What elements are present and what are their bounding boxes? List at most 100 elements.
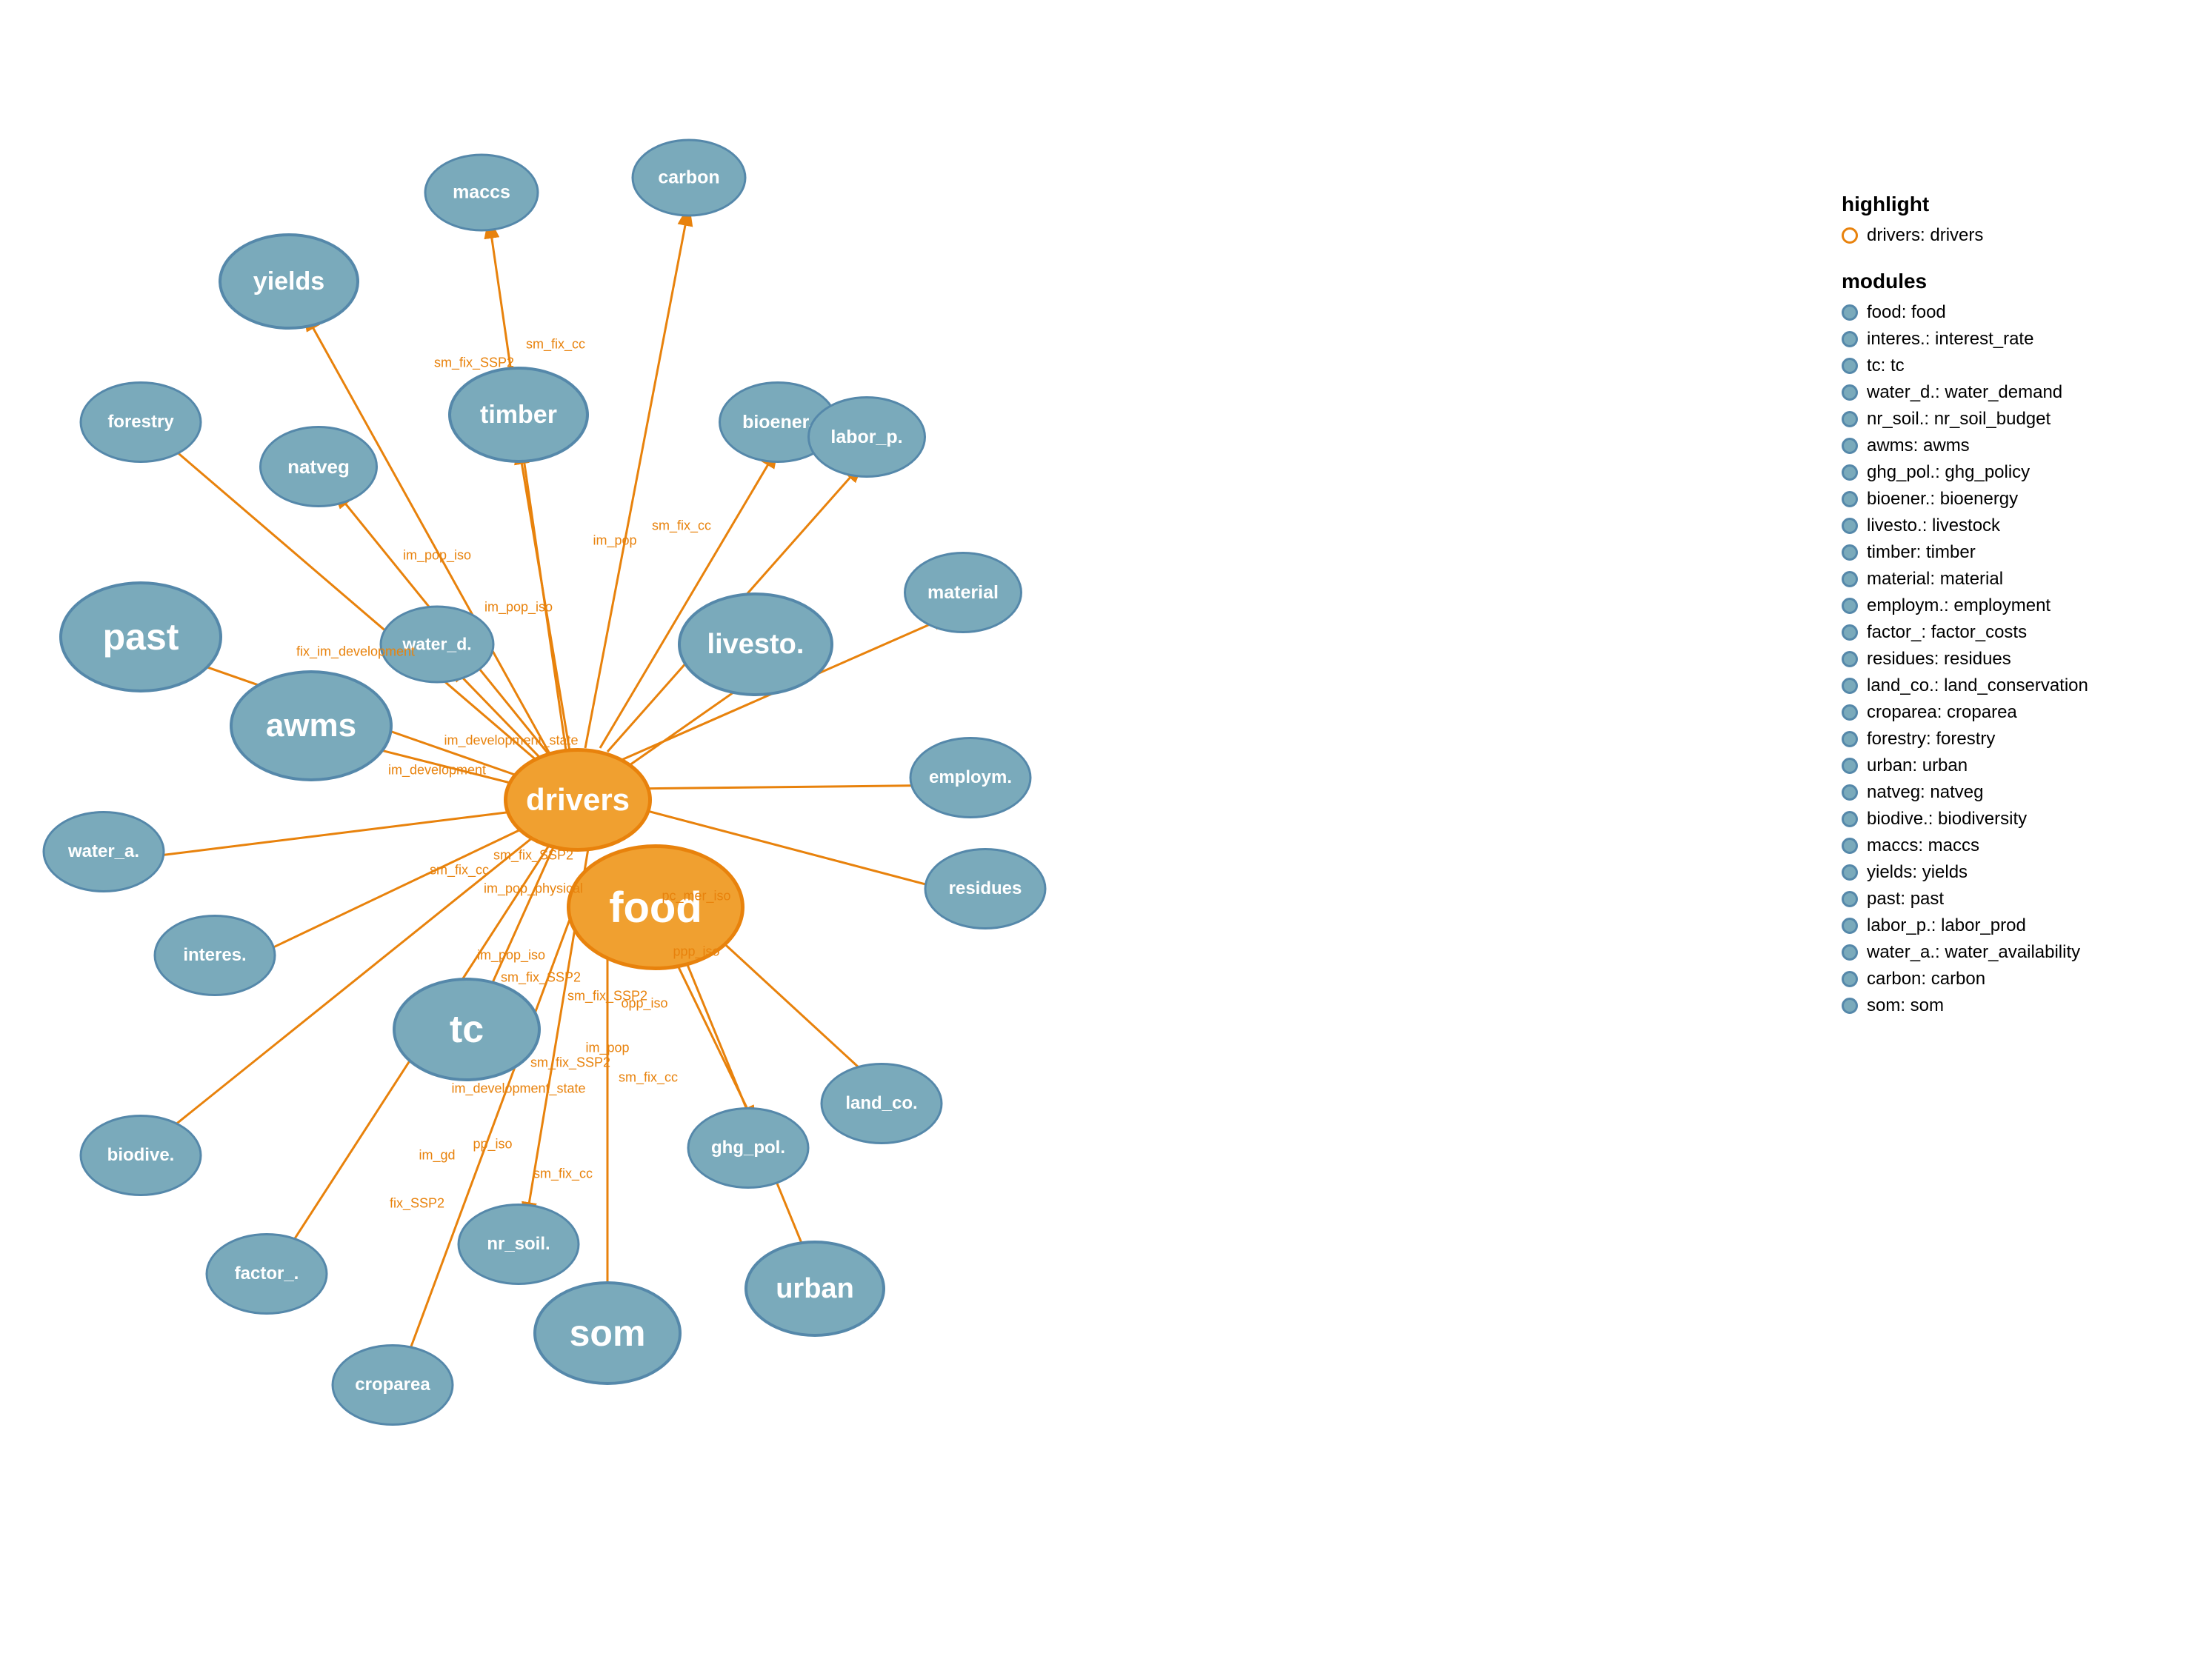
- legend-dot-blue: [1842, 944, 1858, 961]
- node-timber[interactable]: timber: [448, 367, 589, 463]
- node-drivers[interactable]: drivers: [504, 748, 652, 852]
- legend-dot-blue: [1842, 358, 1858, 374]
- legend-module-item: carbon: carbon: [1842, 969, 2182, 989]
- legend-dot-blue: [1842, 838, 1858, 854]
- legend-module-item: past: past: [1842, 889, 2182, 909]
- edge-label-17: sm_fix_cc: [619, 1070, 678, 1086]
- node-som[interactable]: som: [533, 1281, 682, 1385]
- edge-label-22: im_gd: [419, 1148, 455, 1164]
- legend-module-label: bioener.: bioenergy: [1867, 489, 2018, 510]
- legend-dot-blue: [1842, 998, 1858, 1014]
- legend-module-label: urban: urban: [1867, 755, 1968, 776]
- legend-module-label: livesto.: livestock: [1867, 515, 2000, 536]
- legend-module-label: factor_: factor_costs: [1867, 622, 2027, 643]
- legend-dot-blue: [1842, 918, 1858, 934]
- node-employm[interactable]: employm.: [910, 737, 1032, 818]
- legend-dot-blue: [1842, 811, 1858, 827]
- node-interes[interactable]: interes.: [154, 915, 276, 996]
- legend-dot-blue: [1842, 864, 1858, 881]
- node-yields[interactable]: yields: [219, 233, 359, 330]
- legend-module-label: material: material: [1867, 569, 2003, 590]
- node-residues[interactable]: residues: [925, 848, 1047, 929]
- edge-label-2: sm_fix_cc: [526, 337, 585, 353]
- node-carbon[interactable]: carbon: [632, 139, 747, 217]
- legend-item-drivers: drivers: drivers: [1842, 225, 2182, 246]
- legend-dot-blue: [1842, 464, 1858, 481]
- legend-dot-blue: [1842, 598, 1858, 614]
- node-factor[interactable]: factor_.: [206, 1233, 328, 1315]
- edge-label-23: pp_iso: [473, 1137, 512, 1152]
- legend-module-item: labor_p.: labor_prod: [1842, 915, 2182, 936]
- legend-module-label: past: past: [1867, 889, 1944, 909]
- node-tc[interactable]: tc: [393, 978, 541, 1081]
- node-awms[interactable]: awms: [230, 670, 393, 781]
- edge-label-14: im_pop: [585, 1041, 629, 1056]
- legend-dot-blue: [1842, 624, 1858, 641]
- legend-module-item: ghg_pol.: ghg_policy: [1842, 462, 2182, 483]
- legend-module-item: factor_: factor_costs: [1842, 622, 2182, 643]
- node-urban[interactable]: urban: [744, 1241, 885, 1337]
- legend-dot-blue: [1842, 331, 1858, 347]
- edge-label-12: sm_fix_SSP2: [501, 970, 581, 986]
- legend-module-label: water_d.: water_demand: [1867, 382, 2062, 403]
- node-croparea[interactable]: croparea: [332, 1344, 454, 1426]
- legend-module-label: yields: yields: [1867, 862, 1968, 883]
- legend-dot-blue: [1842, 491, 1858, 507]
- node-maccs[interactable]: maccs: [424, 154, 539, 232]
- edge-label-8: im_development: [388, 763, 486, 778]
- legend-module-item: bioener.: bioenergy: [1842, 489, 2182, 510]
- legend-module-item: natveg: natveg: [1842, 782, 2182, 803]
- legend-module-item: timber: timber: [1842, 542, 2182, 563]
- edge-label-26: sm_fix_SSP2: [567, 989, 647, 1004]
- legend-module-label: land_co.: land_conservation: [1867, 675, 2088, 696]
- legend-module-label: biodive.: biodiversity: [1867, 809, 2027, 830]
- legend-module-item: residues: residues: [1842, 649, 2182, 670]
- edge-label-18: opp_iso: [621, 996, 667, 1012]
- node-labor-p[interactable]: labor_p.: [807, 396, 926, 478]
- node-land-co[interactable]: land_co.: [821, 1063, 943, 1144]
- edge-label-11: sm_fix_cc: [430, 863, 489, 878]
- node-past[interactable]: past: [59, 581, 222, 692]
- legend-module-item: urban: urban: [1842, 755, 2182, 776]
- edge-label-7: im_development_state: [444, 733, 578, 749]
- legend-dot-blue: [1842, 304, 1858, 321]
- node-material[interactable]: material: [904, 552, 1022, 633]
- legend-module-label: som: som: [1867, 995, 1944, 1016]
- node-biodive[interactable]: biodive.: [80, 1115, 202, 1196]
- edge-label-15: sm_fix_SSP2: [530, 1055, 610, 1071]
- legend-module-label: croparea: croparea: [1867, 702, 2017, 723]
- legend: highlight drivers: drivers modules food:…: [1842, 193, 2182, 1022]
- legend-module-label: residues: residues: [1867, 649, 2011, 670]
- edge-label-16: im_development_state: [451, 1081, 585, 1097]
- legend-module-label: forestry: forestry: [1867, 729, 1995, 750]
- legend-module-item: water_a.: water_availability: [1842, 942, 2182, 963]
- legend-module-item: material: material: [1842, 569, 2182, 590]
- node-nr-soil[interactable]: nr_soil.: [458, 1204, 580, 1285]
- node-water-d[interactable]: water_d.: [380, 606, 495, 684]
- legend-module-item: livesto.: livestock: [1842, 515, 2182, 536]
- edge-label-3: im_pop_iso: [403, 548, 471, 564]
- legend-module-label: nr_soil.: nr_soil_budget: [1867, 409, 2051, 430]
- legend-dot-blue: [1842, 891, 1858, 907]
- node-water-a[interactable]: water_a.: [43, 811, 165, 892]
- legend-module-label: timber: timber: [1867, 542, 1976, 563]
- edge-label-4: im_pop: [593, 533, 636, 549]
- node-forestry[interactable]: forestry: [80, 381, 202, 463]
- legend-module-label: tc: tc: [1867, 356, 1905, 376]
- node-ghg-pol[interactable]: ghg_pol.: [687, 1107, 810, 1189]
- legend-module-item: food: food: [1842, 302, 2182, 323]
- legend-modules-list: food: food interes.: interest_rate tc: t…: [1842, 302, 2182, 1016]
- legend-module-item: som: som: [1842, 995, 2182, 1016]
- graph-container: drivers food tc awms past som livesto. t…: [0, 0, 1630, 1659]
- node-food[interactable]: food: [567, 844, 744, 970]
- legend-dot-orange: [1842, 227, 1858, 244]
- legend-module-item: croparea: croparea: [1842, 702, 2182, 723]
- legend-drivers-label: drivers: drivers: [1867, 225, 1983, 246]
- legend-dot-blue: [1842, 544, 1858, 561]
- legend-module-label: awms: awms: [1867, 435, 1970, 456]
- legend-dot-blue: [1842, 678, 1858, 694]
- node-natveg[interactable]: natveg: [259, 426, 378, 507]
- node-livesto[interactable]: livesto.: [678, 592, 833, 696]
- legend-module-item: tc: tc: [1842, 356, 2182, 376]
- legend-module-item: interes.: interest_rate: [1842, 329, 2182, 350]
